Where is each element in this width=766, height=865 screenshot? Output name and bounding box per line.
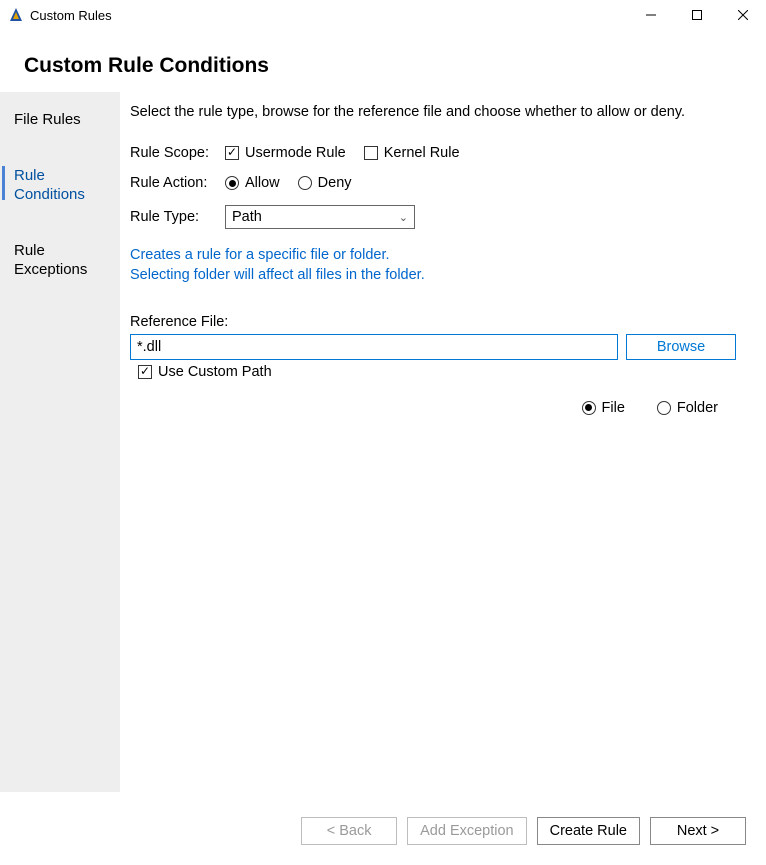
kernel-rule-label: Kernel Rule	[384, 145, 460, 161]
browse-label: Browse	[657, 339, 705, 355]
create-rule-button[interactable]: Create Rule	[537, 817, 640, 845]
close-button[interactable]	[720, 0, 766, 30]
rule-scope-label: Rule Scope:	[130, 145, 225, 161]
sidebar-item-file-rules[interactable]: File Rules	[0, 102, 120, 148]
radio-icon	[298, 176, 312, 190]
window-title: Custom Rules	[30, 8, 112, 23]
file-folder-group: File Folder	[130, 400, 736, 416]
use-custom-path-label: Use Custom Path	[158, 364, 272, 380]
description-text: Select the rule type, browse for the ref…	[130, 102, 736, 123]
page-title: Custom Rule Conditions	[0, 30, 766, 92]
usermode-rule-label: Usermode Rule	[245, 145, 346, 161]
hint-line2: Selecting folder will affect all files i…	[130, 265, 736, 285]
next-button[interactable]: Next >	[650, 817, 746, 845]
rule-type-select[interactable]: Path ⌄	[225, 205, 415, 229]
window-controls	[628, 0, 766, 30]
deny-radio[interactable]: Deny	[298, 175, 352, 191]
usermode-rule-checkbox[interactable]: Usermode Rule	[225, 145, 346, 161]
back-button[interactable]: < Back	[301, 817, 397, 845]
titlebar: Custom Rules	[0, 0, 766, 30]
minimize-button[interactable]	[628, 0, 674, 30]
allow-radio[interactable]: Allow	[225, 175, 280, 191]
folder-label: Folder	[677, 400, 718, 416]
rule-action-row: Rule Action: Allow Deny	[130, 175, 736, 191]
sidebar-item-label: Rule Exceptions	[14, 242, 87, 279]
titlebar-left: Custom Rules	[8, 7, 112, 23]
kernel-rule-checkbox[interactable]: Kernel Rule	[364, 145, 460, 161]
content: Select the rule type, browse for the ref…	[120, 92, 766, 792]
reference-file-label: Reference File:	[130, 314, 736, 330]
allow-label: Allow	[245, 175, 280, 191]
file-radio[interactable]: File	[582, 400, 625, 416]
checkbox-icon	[138, 365, 152, 379]
sidebar-item-label: Rule Conditions	[14, 167, 85, 204]
chevron-down-icon: ⌄	[399, 211, 408, 224]
back-label: < Back	[327, 823, 372, 839]
app-icon	[8, 7, 24, 23]
add-exception-label: Add Exception	[420, 823, 514, 839]
reference-file-input[interactable]	[130, 334, 618, 360]
folder-radio[interactable]: Folder	[657, 400, 718, 416]
checkbox-icon	[364, 146, 378, 160]
sidebar-item-rule-conditions[interactable]: Rule Conditions	[0, 158, 120, 223]
create-rule-label: Create Rule	[550, 823, 627, 839]
rule-scope-row: Rule Scope: Usermode Rule Kernel Rule	[130, 145, 736, 161]
reference-file-row: Browse	[130, 334, 736, 360]
rule-type-label: Rule Type:	[130, 209, 225, 225]
file-label: File	[602, 400, 625, 416]
under-reference-row: Use Custom Path	[130, 364, 736, 380]
sidebar-item-label: File Rules	[14, 111, 81, 128]
radio-icon	[225, 176, 239, 190]
radio-icon	[582, 401, 596, 415]
rule-type-row: Rule Type: Path ⌄	[130, 205, 736, 229]
add-exception-button[interactable]: Add Exception	[407, 817, 527, 845]
rule-type-hint: Creates a rule for a specific file or fo…	[130, 245, 736, 286]
maximize-button[interactable]	[674, 0, 720, 30]
rule-action-label: Rule Action:	[130, 175, 225, 191]
browse-button[interactable]: Browse	[626, 334, 736, 360]
use-custom-path-checkbox[interactable]: Use Custom Path	[138, 364, 272, 380]
next-label: Next >	[677, 823, 719, 839]
radio-icon	[657, 401, 671, 415]
rule-type-value: Path	[232, 209, 262, 225]
checkbox-icon	[225, 146, 239, 160]
footer: < Back Add Exception Create Rule Next >	[0, 817, 766, 845]
sidebar-item-rule-exceptions[interactable]: Rule Exceptions	[0, 233, 120, 298]
body-area: File Rules Rule Conditions Rule Exceptio…	[0, 92, 766, 792]
hint-line1: Creates a rule for a specific file or fo…	[130, 245, 736, 265]
sidebar: File Rules Rule Conditions Rule Exceptio…	[0, 92, 120, 792]
deny-label: Deny	[318, 175, 352, 191]
